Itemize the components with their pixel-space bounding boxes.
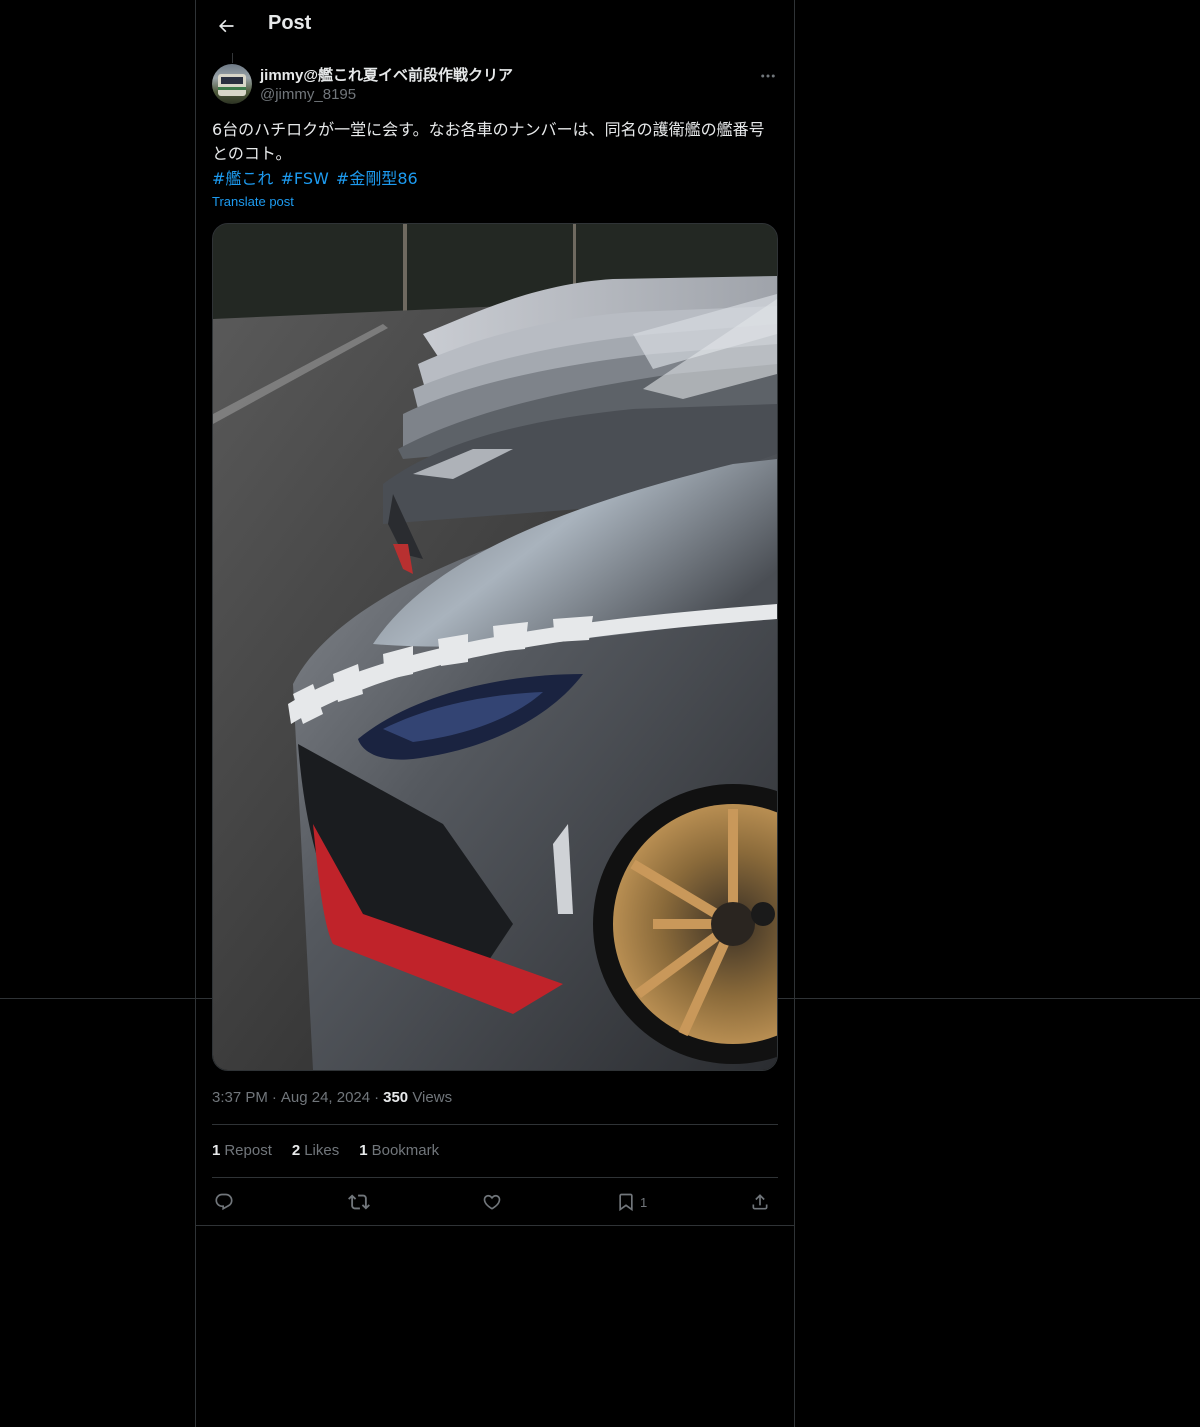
- views-count: 350: [383, 1089, 409, 1106]
- top-bar: Post: [196, 0, 794, 53]
- page-title: Post: [268, 12, 312, 34]
- share-icon: [752, 1194, 768, 1210]
- reply-button[interactable]: [214, 1184, 234, 1220]
- reply-icon: [215, 1193, 233, 1211]
- repost-button[interactable]: [348, 1184, 370, 1220]
- more-icon: [761, 74, 775, 78]
- post-time[interactable]: 3:37 PM: [212, 1089, 268, 1106]
- thread-connector: [232, 53, 233, 63]
- meta-separator: ·: [271, 1089, 277, 1106]
- engagement-stats: 1 Repost 2 Likes 1 Bookmark: [212, 1142, 439, 1159]
- bookmarks-label: Bookmark: [371, 1142, 440, 1159]
- action-bar: 1: [212, 1184, 778, 1220]
- bookmark-icon: [619, 1193, 633, 1212]
- views-label: Views: [412, 1089, 453, 1106]
- avatar-train-image: [218, 74, 246, 96]
- repost-icon: [348, 1194, 370, 1210]
- hashtag-link[interactable]: #FSW: [281, 169, 329, 188]
- hashtag-link[interactable]: #艦これ: [212, 169, 273, 188]
- post-date[interactable]: Aug 24, 2024: [281, 1089, 370, 1106]
- arrow-left-icon: [219, 19, 234, 33]
- likes-label: Likes: [304, 1142, 340, 1159]
- car-photo: [213, 224, 777, 1070]
- bookmark-count: 1: [640, 1194, 648, 1210]
- back-button[interactable]: [208, 8, 244, 44]
- likes-stat[interactable]: 2 Likes: [292, 1142, 339, 1159]
- reposts-stat[interactable]: 1 Repost: [212, 1142, 272, 1159]
- divider: [212, 1177, 778, 1178]
- post-text: 6台のハチロクが一堂に会す。なお各車のナンバーは、同名の護衛艦の艦番号とのコト。: [212, 120, 765, 163]
- bookmarks-stat[interactable]: 1 Bookmark: [359, 1142, 439, 1159]
- share-button[interactable]: [750, 1184, 770, 1220]
- author-handle[interactable]: @jimmy_8195: [260, 86, 356, 103]
- translate-post-link[interactable]: Translate post: [212, 194, 294, 209]
- reposts-count: 1: [212, 1142, 221, 1159]
- more-options-button[interactable]: [754, 62, 782, 90]
- post-meta: 3:37 PM · Aug 24, 2024 · 350 Views: [212, 1089, 452, 1106]
- reposts-label: Repost: [224, 1142, 272, 1159]
- heart-icon: [483, 1194, 501, 1210]
- bookmark-button[interactable]: 1: [616, 1184, 647, 1220]
- meta-separator: ·: [374, 1089, 380, 1106]
- post-column: Post jimmy@艦これ夏イベ前段作戦クリア @jimmy_8195 6台の…: [195, 0, 795, 1427]
- hashtag-list: #艦これ #FSW #金剛型86: [212, 167, 420, 191]
- like-button[interactable]: [482, 1184, 502, 1220]
- avatar[interactable]: [212, 64, 252, 104]
- likes-count: 2: [291, 1142, 301, 1159]
- divider: [196, 1225, 794, 1226]
- divider: [212, 1124, 778, 1125]
- post-media-image[interactable]: [212, 223, 778, 1071]
- bookmarks-count: 1: [359, 1142, 368, 1159]
- author-display-name[interactable]: jimmy@艦これ夏イベ前段作戦クリア: [260, 64, 513, 85]
- hashtag-link[interactable]: #金剛型86: [336, 169, 418, 188]
